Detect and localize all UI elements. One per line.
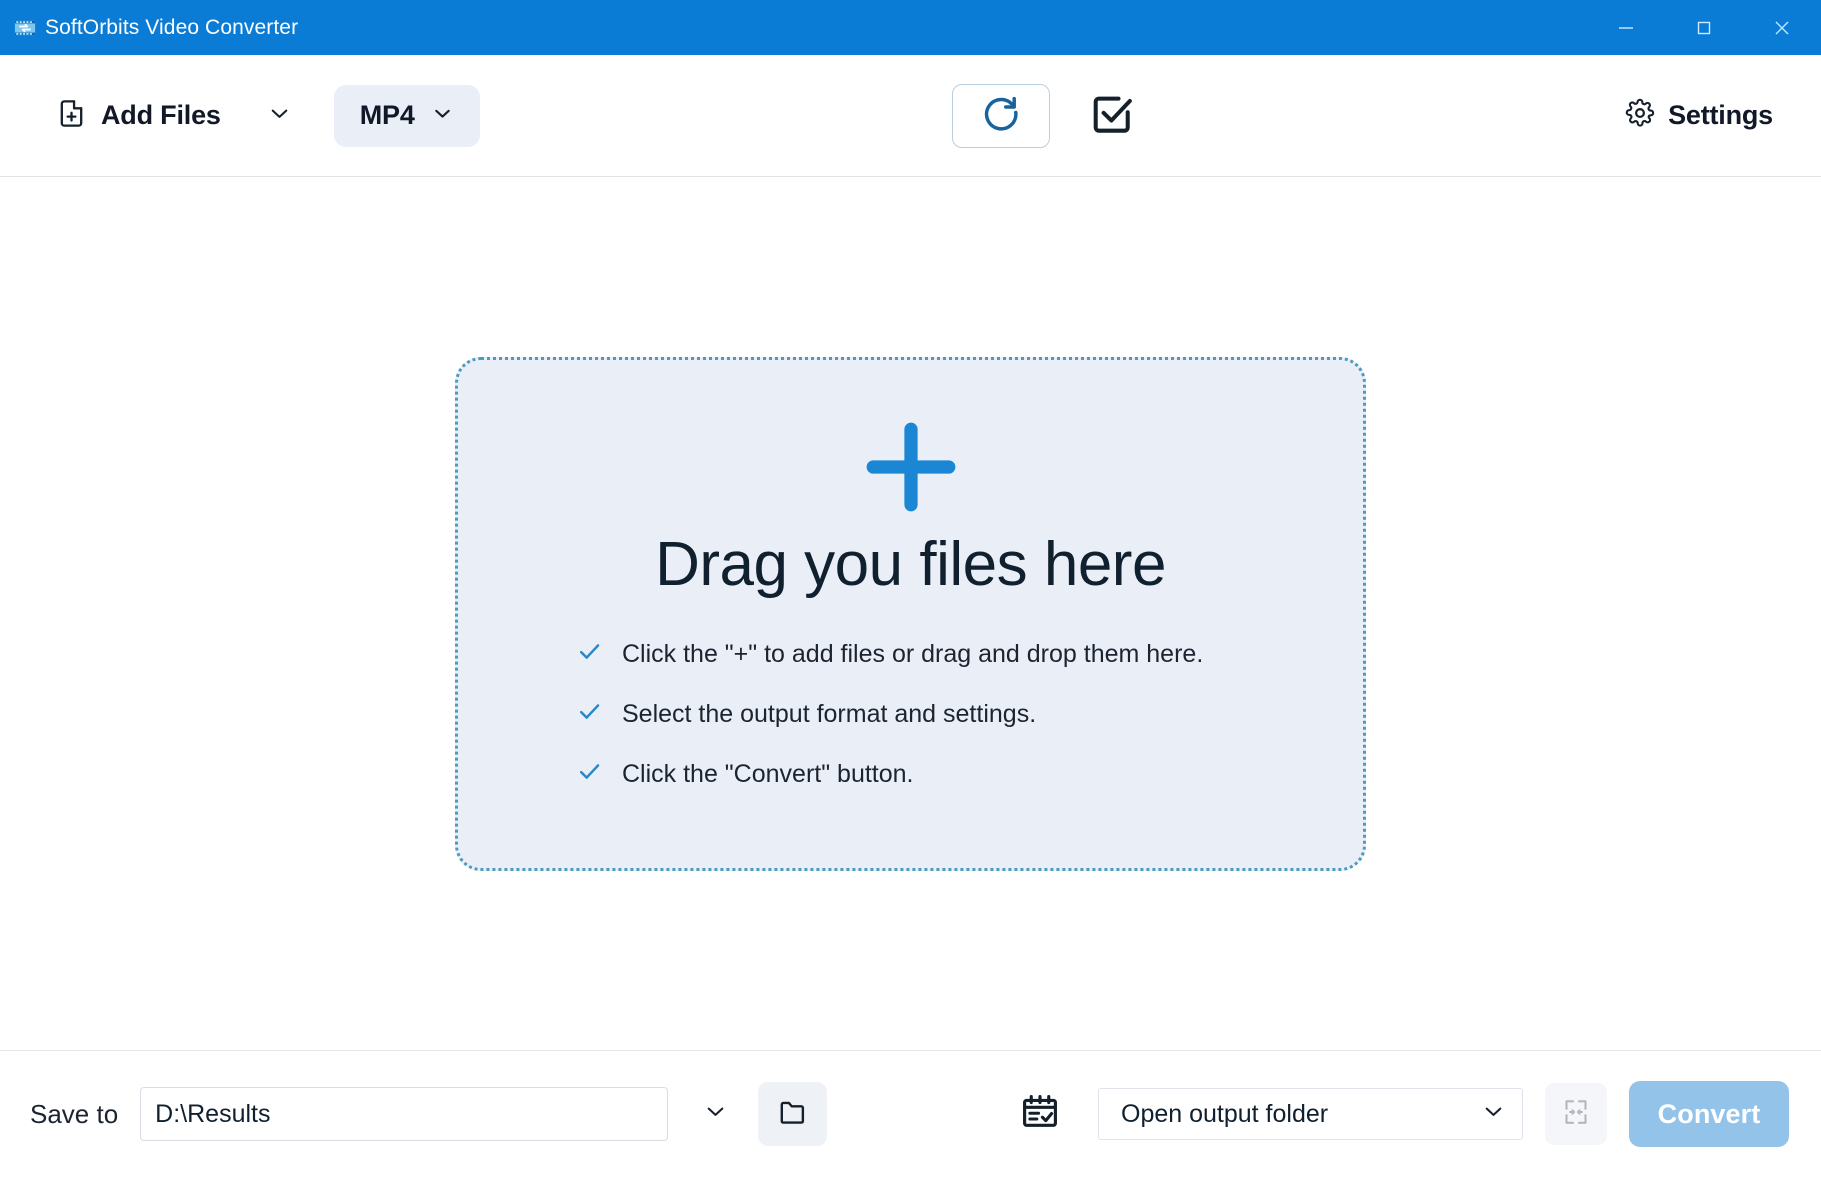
add-files-dropdown-button[interactable]	[253, 91, 306, 141]
checkbox-checked-icon	[1089, 91, 1135, 142]
calendar-check-icon	[1019, 1091, 1061, 1138]
settings-button[interactable]: Settings	[1615, 90, 1783, 141]
gear-icon	[1625, 98, 1655, 133]
convert-button-label: Convert	[1657, 1098, 1761, 1129]
output-path-dropdown-button[interactable]	[690, 1089, 740, 1139]
video-converter-icon	[14, 17, 36, 39]
file-plus-icon	[56, 98, 87, 134]
check-icon	[576, 698, 603, 730]
title-bar-left: SoftOrbits Video Converter	[0, 17, 298, 39]
check-icon	[576, 758, 603, 790]
close-icon	[1771, 17, 1793, 39]
check-icon	[576, 638, 603, 670]
main-toolbar: Add Files MP4 Settings	[0, 55, 1821, 177]
bottom-bar: Save to D:\Results Open output folder Co…	[0, 1050, 1821, 1177]
chevron-down-icon	[431, 102, 454, 130]
add-files-button[interactable]: Add Files	[50, 90, 227, 142]
add-files-plus-button[interactable]	[856, 414, 966, 524]
output-path-input[interactable]	[140, 1087, 669, 1141]
rotate-clockwise-icon	[979, 92, 1023, 141]
rotate-button[interactable]	[952, 84, 1050, 148]
output-format-select[interactable]: MP4	[333, 84, 480, 147]
minimize-button[interactable]	[1587, 0, 1665, 55]
title-bar: SoftOrbits Video Converter	[0, 0, 1821, 55]
browse-folder-button[interactable]	[758, 1082, 828, 1146]
toolbar-left-group: Add Files MP4	[0, 84, 480, 147]
toolbar-center-group	[952, 55, 1140, 177]
after-conversion-action-select[interactable]: Open output folder	[1098, 1088, 1523, 1140]
hint-text: Select the output format and settings.	[622, 699, 1037, 728]
folder-icon	[777, 1096, 809, 1133]
minimize-icon	[1615, 17, 1637, 39]
plus-icon	[860, 416, 962, 523]
add-files-label: Add Files	[101, 100, 221, 130]
app-window: SoftOrbits Video Converter Add Files MP4…	[0, 0, 1821, 1177]
chevron-down-icon	[1481, 1099, 1506, 1129]
chevron-down-icon	[267, 101, 292, 131]
hint-item: Select the output format and settings.	[576, 698, 1363, 730]
hint-item: Click the "+" to add files or drag and d…	[576, 638, 1363, 670]
window-controls	[1587, 0, 1821, 55]
convert-button[interactable]: Convert	[1629, 1081, 1789, 1147]
main-content: Drag you files here Click the "+" to add…	[0, 177, 1821, 1050]
chevron-down-icon	[703, 1099, 728, 1129]
bottom-bar-right-group: Open output folder Convert	[1012, 1081, 1821, 1147]
settings-label: Settings	[1668, 100, 1773, 130]
hint-text: Click the "Convert" button.	[622, 759, 914, 788]
close-button[interactable]	[1743, 0, 1821, 55]
toolbar-right-group: Settings	[1615, 90, 1821, 141]
dropzone-hint-list: Click the "+" to add files or drag and d…	[458, 638, 1363, 790]
window-title: SoftOrbits Video Converter	[45, 16, 299, 39]
schedule-button[interactable]	[1012, 1086, 1068, 1142]
output-format-value: MP4	[359, 100, 415, 130]
maximize-icon	[1693, 17, 1715, 39]
file-dropzone[interactable]: Drag you files here Click the "+" to add…	[455, 357, 1366, 871]
after-conversion-action-value: Open output folder	[1121, 1099, 1329, 1128]
hint-text: Click the "+" to add files or drag and d…	[622, 639, 1204, 668]
maximize-button[interactable]	[1665, 0, 1743, 55]
hint-item: Click the "Convert" button.	[576, 758, 1363, 790]
select-all-button[interactable]	[1084, 88, 1140, 144]
save-to-label: Save to	[30, 1098, 119, 1129]
merge-files-button[interactable]	[1545, 1083, 1607, 1145]
dropzone-title: Drag you files here	[655, 530, 1166, 599]
merge-files-icon	[1561, 1097, 1591, 1132]
